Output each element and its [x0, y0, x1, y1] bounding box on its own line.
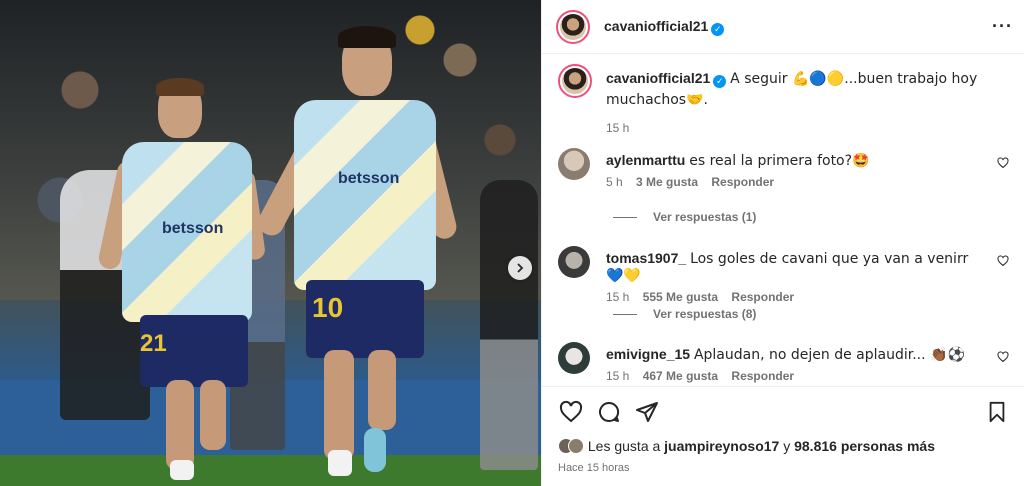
reply-button[interactable]: Responder	[731, 369, 794, 383]
comment-username[interactable]: aylenmarttu	[606, 152, 685, 168]
bookmark-icon	[989, 401, 1005, 423]
comment-button[interactable]	[596, 399, 622, 425]
comment-likes[interactable]: 555 Me gusta	[643, 290, 718, 304]
likes-count[interactable]: 98.816 personas más	[794, 438, 935, 454]
comment-item: emivigne_15 Aplaudan, no dejen de aplaud…	[558, 342, 1013, 383]
like-button[interactable]	[558, 399, 584, 425]
post-sidebar: cavaniofficial21 ✓ ··· cavaniofficial21 ✓ …	[541, 0, 1024, 486]
pitch-grass	[0, 455, 541, 486]
reply-button[interactable]: Responder	[731, 290, 794, 304]
likes-prefix: Les gusta a	[587, 438, 665, 454]
more-options-icon[interactable]: ···	[992, 16, 1013, 37]
commenter-avatar[interactable]	[558, 342, 590, 374]
share-icon	[636, 402, 658, 422]
heart-icon[interactable]	[997, 255, 1009, 267]
commenter-avatar[interactable]	[558, 148, 590, 180]
heart-icon	[559, 400, 583, 423]
chevron-right-icon	[517, 263, 524, 273]
heart-icon[interactable]	[997, 351, 1009, 363]
comment-time: 15 h	[606, 290, 630, 304]
action-bar	[542, 386, 1024, 434]
post-header: cavaniofficial21 ✓ ···	[542, 0, 1024, 54]
likes-summary[interactable]: Les gusta a juampireynoso17 y 98.816 per…	[558, 438, 935, 454]
likes-connector: y	[779, 438, 795, 454]
share-button[interactable]	[634, 399, 660, 425]
comment-text: Aplaudan, no dejen de aplaudir... 👏🏾⚽	[693, 347, 965, 363]
verified-badge-icon: ✓	[711, 23, 725, 36]
comment-body: aylenmarttu es real la primera foto?🤩 5 …	[606, 152, 976, 189]
shirt-sponsor: betsson	[338, 170, 400, 187]
header-username-wrap: cavaniofficial21 ✓	[604, 18, 725, 36]
comment-username[interactable]: tomas1907_	[606, 250, 686, 266]
comment-item: aylenmarttu es real la primera foto?🤩 5 …	[558, 148, 1013, 189]
comment-icon	[599, 401, 620, 422]
comment-likes[interactable]: 3 Me gusta	[636, 175, 698, 189]
author-avatar[interactable]	[556, 10, 590, 44]
save-button[interactable]	[984, 399, 1010, 425]
comment-text: es real la primera foto?🤩	[689, 153, 870, 169]
likes-user[interactable]: juampireynoso17	[664, 438, 779, 454]
bystander-figure	[480, 180, 538, 470]
verified-badge-icon: ✓	[713, 75, 727, 88]
comment-time: 15 h	[606, 369, 630, 383]
commenter-avatar[interactable]	[558, 246, 590, 278]
caption-text-block: cavaniofficial21 ✓ A seguir 💪🔵🟡...buen tr…	[606, 68, 986, 138]
comment-username[interactable]: emivigne_15	[606, 346, 690, 362]
author-username[interactable]: cavaniofficial21	[604, 18, 708, 34]
view-replies-label: Ver respuestas (1)	[653, 210, 757, 224]
view-replies-button[interactable]: Ver respuestas (1)	[613, 210, 756, 224]
comment-body: tomas1907_ Los goles de cavani que ya va…	[606, 250, 976, 304]
instagram-post: betsson 21 betsson 10 cavaniofficial21 ✓…	[0, 0, 1024, 486]
shorts-number: 21	[140, 330, 167, 357]
reply-button[interactable]: Responder	[711, 175, 774, 189]
shorts-number: 10	[312, 292, 344, 323]
comment-body: emivigne_15 Aplaudan, no dejen de aplaud…	[606, 346, 976, 383]
comment-meta: 15 h 555 Me gusta Responder	[606, 290, 976, 304]
comment-time: 5 h	[606, 175, 623, 189]
player-21: betsson 21	[96, 78, 270, 480]
post-photo[interactable]: betsson 21 betsson 10	[0, 0, 541, 486]
view-replies-label: Ver respuestas (8)	[653, 307, 757, 321]
caption-avatar[interactable]	[558, 64, 592, 98]
comment-likes[interactable]: 467 Me gusta	[643, 369, 718, 383]
view-replies-button[interactable]: Ver respuestas (8)	[613, 307, 756, 321]
comment-meta: 5 h 3 Me gusta Responder	[606, 175, 976, 189]
player-10: betsson 10	[253, 26, 459, 486]
shirt-sponsor: betsson	[162, 220, 224, 237]
caption-username[interactable]: cavaniofficial21	[606, 70, 710, 86]
comment-item: tomas1907_ Los goles de cavani que ya va…	[558, 246, 1013, 304]
comment-meta: 15 h 467 Me gusta Responder	[606, 369, 976, 383]
liker-avatar	[568, 438, 584, 454]
heart-icon[interactable]	[997, 157, 1009, 169]
next-photo-button[interactable]	[508, 256, 532, 280]
posted-time: Hace 15 horas	[558, 462, 630, 474]
caption-time: 15 h	[606, 121, 630, 135]
